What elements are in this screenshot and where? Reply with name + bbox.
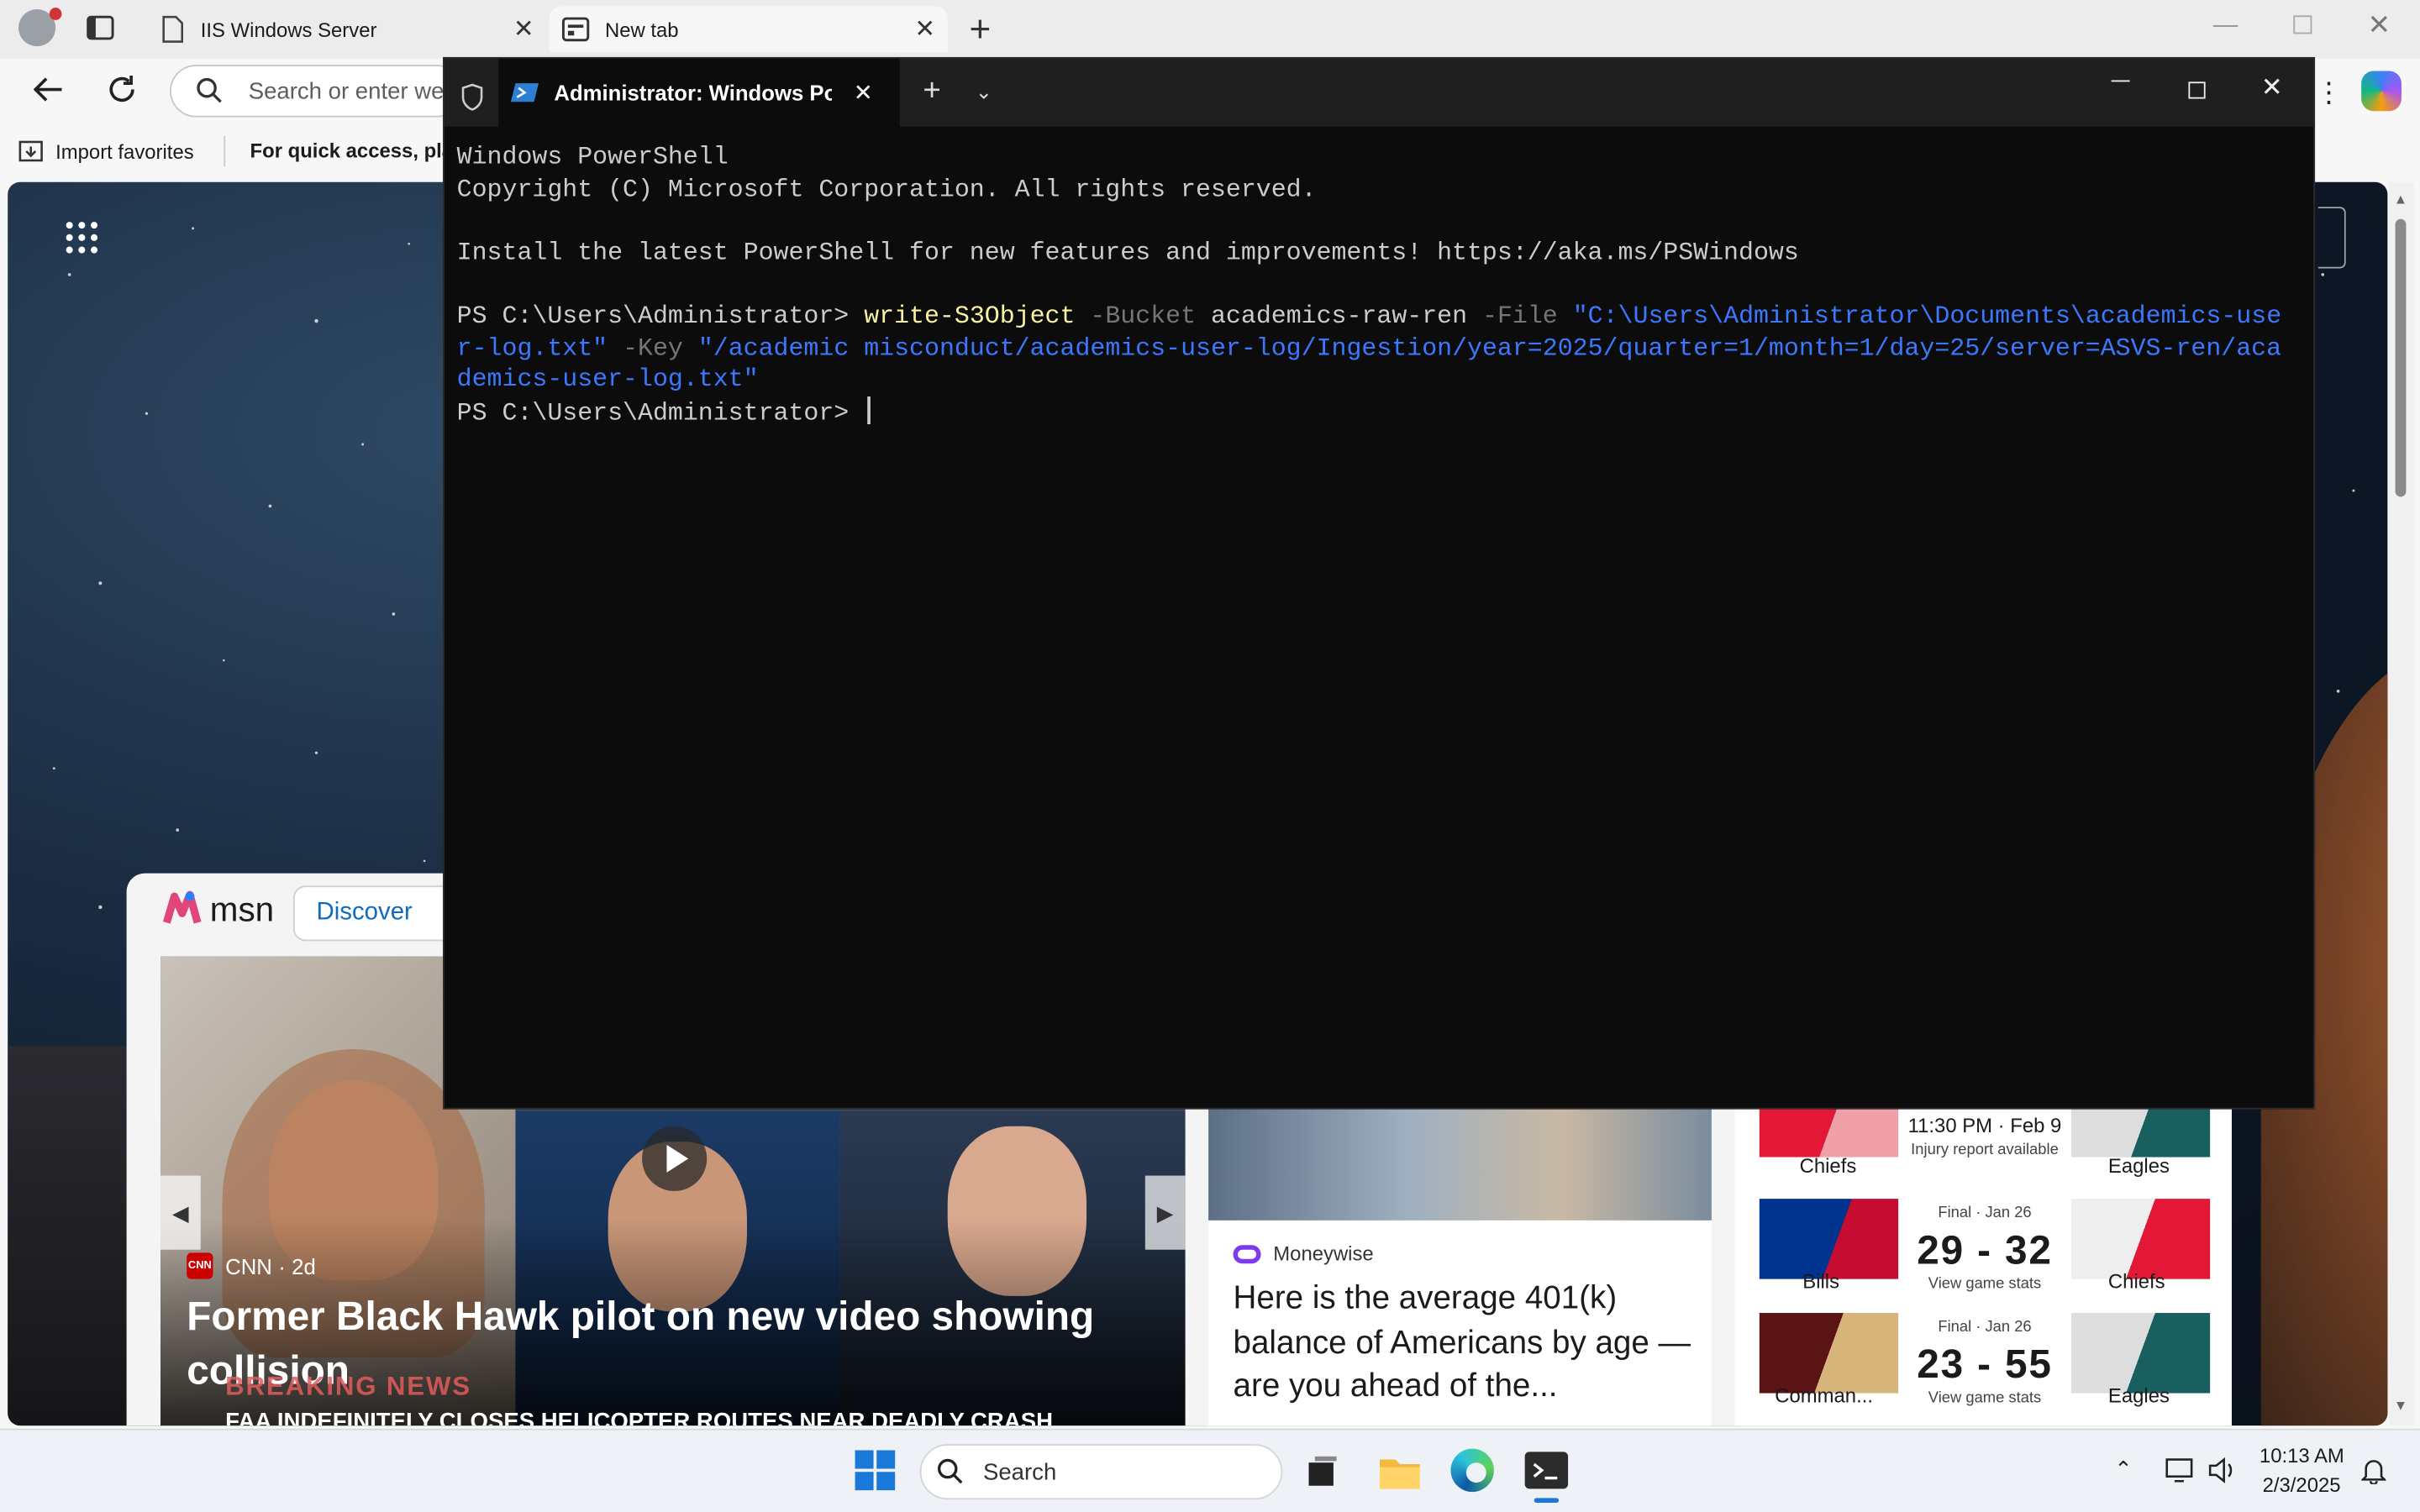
eagles-logo-icon <box>2070 1105 2211 1158</box>
param: -Key <box>608 332 698 362</box>
play-icon[interactable] <box>642 1126 708 1191</box>
breaking-news-banner: BREAKING NEWS <box>225 1371 471 1401</box>
vertical-tabs-icon[interactable] <box>87 15 114 40</box>
terminal-title-bar[interactable]: Administrator: Windows Powe ✕ + ⌄ ✕ <box>444 58 2314 127</box>
tab-new[interactable]: New tab ✕ <box>549 6 948 53</box>
story-card-moneywise[interactable]: Moneywise Here is the average 401(k) bal… <box>1208 1107 1712 1426</box>
tab-title: New tab <box>604 18 679 41</box>
more-icon[interactable]: ⋮ <box>2315 77 2343 110</box>
apps-grid-icon[interactable] <box>65 221 98 255</box>
game-commanders-eagles[interactable]: Comman... Eagles Final · Jan 26 23 - 55 … <box>1759 1313 2211 1412</box>
score: 23 - 55 <box>1917 1341 2053 1388</box>
cnn-logo-icon: CNN <box>187 1252 213 1279</box>
active-app-indicator <box>1534 1498 1560 1503</box>
story-source: CNN CNN · 2d <box>187 1252 316 1279</box>
volume-icon[interactable] <box>2207 1457 2238 1484</box>
address-bar[interactable]: Search or enter web address <box>170 65 464 118</box>
eagles-logo-icon <box>2070 1313 2211 1394</box>
page-scrollbar[interactable]: ▲ ▼ <box>2389 181 2414 1426</box>
close-icon[interactable]: ✕ <box>914 14 935 45</box>
file-explorer-icon[interactable] <box>1378 1453 1421 1490</box>
clock-time[interactable]: 10:13 AM <box>2260 1444 2344 1467</box>
maximize-icon[interactable] <box>2188 81 2206 99</box>
game-bills-chiefs[interactable]: Bills Chiefs Final · Jan 26 29 - 32 View… <box>1759 1199 2211 1298</box>
msn-brand: msn <box>209 890 275 929</box>
minimize-icon[interactable]: — <box>2213 13 2238 40</box>
chiefs-logo-icon <box>2070 1199 2211 1279</box>
text-cursor <box>866 396 871 424</box>
terminal-taskbar-icon[interactable] <box>1524 1452 1569 1489</box>
restore-icon[interactable] <box>2293 15 2312 34</box>
console-output[interactable]: Windows PowerShell Copyright (C) Microso… <box>457 142 2294 429</box>
powershell-window[interactable]: Administrator: Windows Powe ✕ + ⌄ ✕ Wind… <box>443 56 2316 1110</box>
address-placeholder: Search or enter web address <box>248 77 461 104</box>
network-icon[interactable] <box>2165 1457 2196 1484</box>
console-line: Copyright (C) Microsoft Corporation. All… <box>456 173 1317 203</box>
search-icon <box>937 1458 963 1484</box>
moneywise-logo-icon <box>1233 1244 1261 1263</box>
arg-bucket: academics-raw-ren <box>1210 301 1468 330</box>
shield-icon <box>460 83 484 111</box>
search-icon <box>197 77 222 103</box>
tab-iis[interactable]: IIS Windows Server ✕ <box>148 6 543 52</box>
import-favorites[interactable]: Import favorites <box>18 139 194 163</box>
import-label: Import favorites <box>55 139 194 163</box>
powershell-icon <box>510 83 539 102</box>
carousel-prev-icon[interactable]: ◀ <box>160 1175 201 1250</box>
story-headline: Here is the average 401(k) balance of Am… <box>1233 1280 1691 1404</box>
prompt: PS C:\Users\Administrator> <box>456 397 865 428</box>
command: write-S3Object <box>864 301 1076 330</box>
copilot-icon[interactable] <box>2361 71 2402 112</box>
separator <box>224 135 226 167</box>
arg-key: "/academic misconduct/academics-user-log… <box>456 332 2282 394</box>
refresh-icon[interactable] <box>105 72 139 106</box>
new-terminal-tab-icon[interactable]: + <box>923 74 940 109</box>
page-icon <box>162 15 184 43</box>
terminal-tab[interactable]: Administrator: Windows Powe ✕ <box>498 58 900 127</box>
page-settings-box[interactable] <box>2317 207 2346 269</box>
msn-logo[interactable]: msn <box>160 889 274 932</box>
notification-bell-icon[interactable] <box>2361 1457 2386 1484</box>
score: 29 - 32 <box>1917 1226 2053 1273</box>
prompt: PS C:\Users\Administrator> <box>456 301 865 330</box>
param: -Bucket <box>1075 301 1211 330</box>
favorites-icon <box>18 140 43 162</box>
terminal-tab-title: Administrator: Windows Powe <box>554 80 832 105</box>
news-ticker: FAA INDEFINITELY CLOSES HELICOPTER ROUTE… <box>225 1408 1053 1426</box>
edge-icon[interactable] <box>1450 1448 1494 1493</box>
console-line: Windows PowerShell <box>456 141 729 171</box>
close-window-icon[interactable]: ✕ <box>2367 9 2391 42</box>
task-view-icon[interactable] <box>1306 1455 1339 1488</box>
back-icon[interactable] <box>31 74 65 105</box>
chevron-down-icon[interactable]: ⌄ <box>976 81 992 105</box>
profile-avatar[interactable] <box>18 8 62 47</box>
close-icon[interactable]: ✕ <box>513 14 534 45</box>
bills-logo-icon <box>1759 1199 1899 1279</box>
close-icon[interactable]: ✕ <box>2261 72 2283 103</box>
new-tab-button[interactable]: + <box>969 9 991 52</box>
show-hidden-icons[interactable]: ⌃ <box>2114 1457 2133 1483</box>
param: -File <box>1467 301 1573 330</box>
tab-title: IIS Windows Server <box>200 18 377 41</box>
minimize-icon[interactable] <box>2111 80 2130 82</box>
console-line: Install the latest PowerShell for new fe… <box>456 237 1799 267</box>
taskbar-search[interactable]: Search <box>919 1444 1283 1500</box>
carousel-next-icon[interactable]: ▶ <box>1144 1175 1186 1250</box>
chiefs-logo-icon <box>1759 1105 1899 1158</box>
commanders-logo-icon <box>1759 1313 1899 1394</box>
clock-date[interactable]: 2/3/2025 <box>2263 1473 2341 1497</box>
favorites-tip: For quick access, place your favorites h… <box>250 139 451 162</box>
game-chiefs-eagles[interactable]: Chiefs Eagles 11:30 PM · Feb 9 Injury re… <box>1759 1098 2211 1198</box>
story-image <box>1208 1107 1712 1221</box>
newtab-icon <box>561 17 590 42</box>
start-icon[interactable] <box>855 1450 896 1491</box>
close-icon[interactable]: ✕ <box>854 79 873 107</box>
